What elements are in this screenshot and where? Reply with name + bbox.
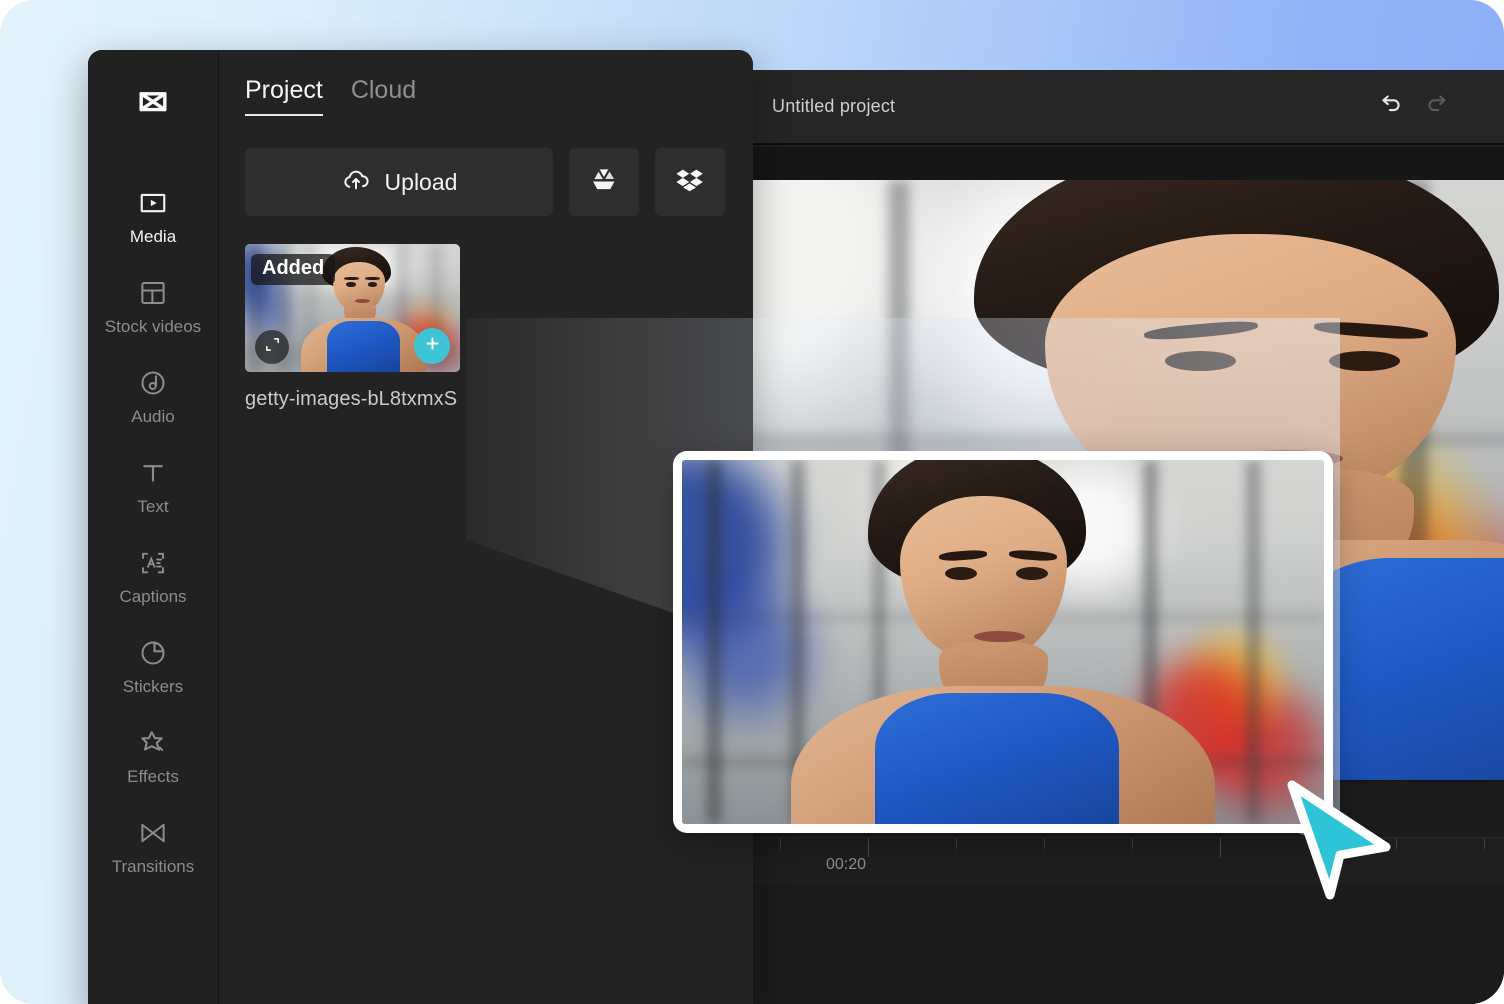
media-card-filename: getty-images-bL8txmxS [245, 388, 458, 410]
capcut-logo-icon[interactable] [132, 82, 174, 129]
sidebar-item-captions[interactable]: Captions [88, 531, 218, 621]
media-play-box-icon [138, 186, 168, 220]
sidebar-item-transitions[interactable]: Transitions [88, 801, 218, 891]
ruler-tick [1396, 838, 1397, 849]
upload-row: Upload [239, 148, 727, 216]
transitions-bowtie-icon [138, 816, 168, 850]
captions-frame-icon [138, 546, 168, 580]
sidebar-item-label: Audio [131, 407, 175, 427]
history-buttons [1378, 90, 1450, 116]
panel-tabs: Project Cloud [239, 76, 727, 116]
sidebar-item-label: Media [129, 227, 177, 246]
sidebar-item-audio[interactable]: Audio [88, 351, 218, 441]
sidebar-item-label: Captions [119, 587, 187, 607]
media-card[interactable]: Added getty-images-bL8txmxS [245, 244, 460, 411]
sidebar-item-label: Stickers [122, 677, 184, 697]
google-drive-icon [589, 165, 619, 200]
ruler-tick [956, 838, 957, 849]
text-t-icon [138, 456, 168, 490]
sidebar-item-media[interactable]: Media [88, 171, 218, 261]
sidebar-item-stock-videos[interactable]: Stock videos [88, 261, 218, 351]
sidebar-item-label: Text [137, 497, 169, 517]
undo-arrow-icon[interactable] [1378, 90, 1404, 116]
layout-grid-icon [138, 276, 168, 310]
tab-project[interactable]: Project [245, 76, 323, 116]
magnified-preview-popup[interactable] [673, 451, 1333, 833]
media-grid: Added getty-images-bL8txmxS [239, 244, 727, 411]
google-drive-button[interactable] [569, 148, 639, 216]
sidebar-item-label: Transitions [111, 857, 195, 877]
ruler-tick [1220, 838, 1221, 857]
sidebar-item-stickers[interactable]: Stickers [88, 621, 218, 711]
page-root: Untitled project 00:20 Media Stock video… [0, 0, 1504, 1004]
ruler-tick [1132, 838, 1133, 849]
expand-button[interactable] [255, 330, 289, 364]
project-title[interactable]: Untitled project [772, 96, 895, 117]
sidebar-item-effects[interactable]: Effects [88, 711, 218, 801]
sidebar-item-text[interactable]: Text [88, 441, 218, 531]
upload-button[interactable]: Upload [245, 148, 553, 216]
media-panel: Media Stock videos Audio Text Captions S… [88, 50, 753, 1004]
sidebar-nav-rail: Media Stock videos Audio Text Captions S… [88, 50, 219, 1004]
redo-arrow-icon[interactable] [1424, 90, 1450, 116]
magnified-preview-image [682, 460, 1324, 824]
expand-icon [264, 336, 281, 358]
added-badge: Added [251, 254, 336, 285]
media-thumbnail[interactable]: Added [245, 244, 460, 372]
tab-cloud[interactable]: Cloud [351, 76, 416, 116]
ruler-tick [1484, 838, 1485, 849]
ruler-tick [1044, 838, 1045, 849]
add-to-timeline-button[interactable] [414, 328, 450, 364]
ruler-tick [868, 838, 869, 857]
audio-note-icon [138, 366, 168, 400]
sticker-circle-icon [138, 636, 168, 670]
ruler-tick [780, 838, 781, 849]
arrow-cursor-icon [1280, 775, 1396, 910]
effects-star-icon [138, 726, 168, 760]
ruler-label: 00:20 [826, 856, 867, 873]
upload-button-label: Upload [384, 168, 458, 195]
sidebar-item-label: Effects [127, 767, 179, 787]
sidebar-item-label: Stock videos [104, 317, 202, 337]
dropbox-button[interactable] [655, 148, 725, 216]
cloud-upload-icon [341, 165, 371, 200]
dropbox-icon [674, 164, 706, 201]
plus-icon [423, 334, 442, 358]
